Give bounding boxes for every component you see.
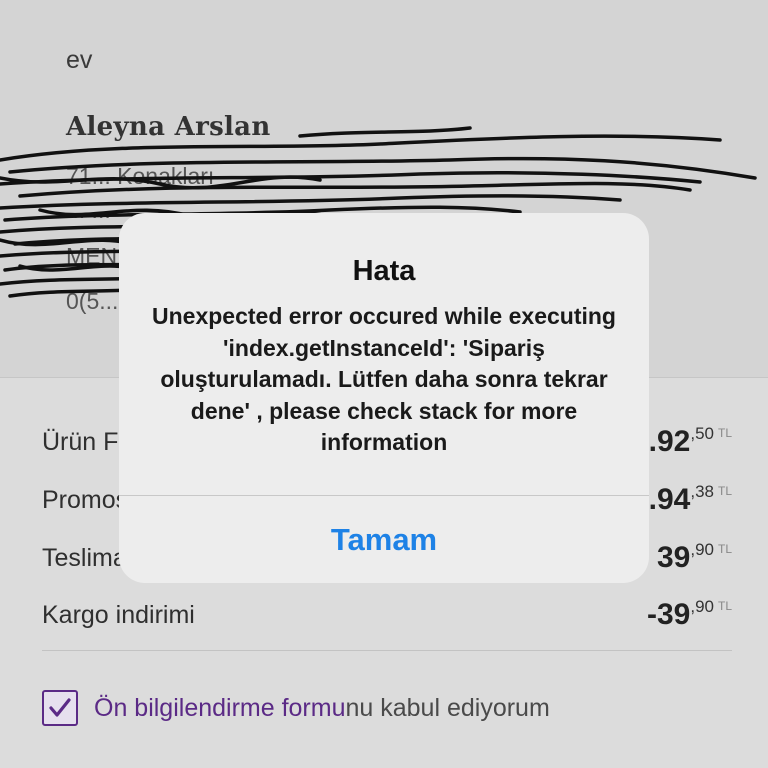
amount-decimal: ,90 — [690, 540, 714, 559]
consent-rest-text: nu kabul ediyorum — [345, 694, 550, 722]
alert-title: Hata — [352, 255, 416, 287]
summary-amount: -39,90 TL — [647, 597, 732, 632]
amount-decimal: ,38 — [690, 482, 714, 501]
amount-decimal: ,90 — [690, 597, 714, 616]
alert-ok-button[interactable]: Tamam — [119, 496, 649, 583]
summary-label: Kargo indirimi — [42, 601, 195, 629]
address-type-label: ev — [66, 46, 93, 74]
amount-decimal: ,50 — [690, 424, 714, 443]
pre-info-form-link[interactable]: Ön bilgilendirme formu — [94, 694, 346, 722]
amount-currency: TL — [717, 599, 732, 613]
consent-text: Ön bilgilendirme formunu kabul ediyorum — [94, 694, 550, 723]
amount-integer: -39 — [646, 598, 691, 631]
alert-message: Unexpected error occured while executing… — [152, 303, 616, 455]
summary-amount: 39,90 TL — [657, 540, 732, 575]
amount-currency: TL — [717, 484, 732, 498]
summary-divider — [42, 650, 732, 651]
summary-row-shipping-discount: Kargo indirimi -39,90 TL — [42, 597, 732, 637]
amount-integer: 39 — [656, 541, 691, 574]
amount-currency: TL — [717, 542, 732, 556]
error-alert-dialog: Hata Unexpected error occured while exec… — [119, 213, 649, 583]
checkmark-icon — [49, 698, 71, 717]
amount-currency: TL — [717, 426, 732, 440]
consent-checkbox[interactable] — [42, 690, 78, 726]
